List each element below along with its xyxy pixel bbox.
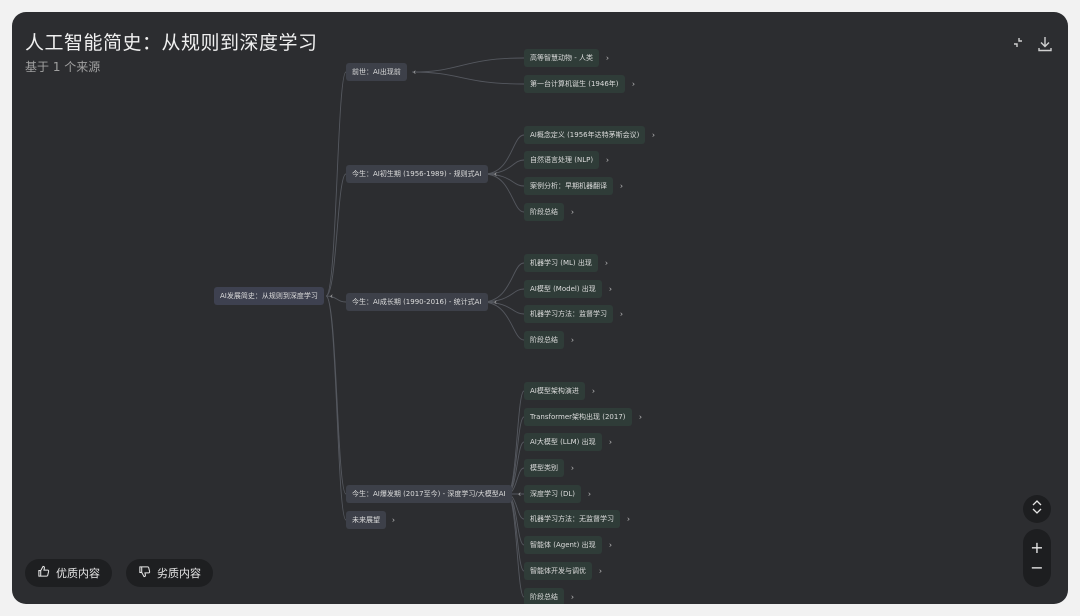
mindmap-branch-node[interactable]: 今生：AI爆发期 (2017至今) - 深度学习/大模型AI [346,485,512,503]
zoom-in-button[interactable]: + [1023,538,1051,558]
mindmap-leaf-node[interactable]: 机器学习方法：监督学习 [524,305,613,323]
mindmap-root-node[interactable]: AI发展简史：从规则到深度学习 [214,287,324,305]
mindmap-leaf-node[interactable]: 案例分析：早期机器翻译 [524,177,613,195]
mindmap-leaf-node-toggle[interactable]: › [603,156,612,165]
mindmap-leaf-node-toggle[interactable]: › [596,567,605,576]
mindmap-leaf-node-toggle[interactable]: › [568,593,577,602]
mindmap-leaf-node[interactable]: AI模型 (Model) 出现 [524,280,602,298]
bad-content-button[interactable]: 劣质内容 [126,559,213,587]
mindmap-leaf-node-toggle[interactable]: › [617,310,626,319]
mindmap-leaf-node[interactable]: 高等智慧动物 - 人类 [524,49,599,67]
bad-content-label: 劣质内容 [157,567,201,580]
mindmap-panel: 人工智能简史：从规则到深度学习 基于 1 个来源 AI发展简史：从规则到深度学习… [12,12,1068,604]
mindmap-leaf-node[interactable]: 自然语言处理 (NLP) [524,151,600,169]
mindmap-branch-node[interactable]: 前世：AI出现前 [346,63,407,81]
mindmap-root-node-toggle[interactable]: ‹ [327,292,336,301]
good-content-label: 优质内容 [56,567,100,580]
mindmap-branch-node-toggle[interactable]: ‹ [515,490,524,499]
mindmap-leaf-node[interactable]: 智能体 (Agent) 出现 [524,536,602,554]
mindmap-leaf-node-toggle[interactable]: › [636,413,645,422]
mindmap-leaf-node-toggle[interactable]: › [606,541,615,550]
mindmap-leaf-node[interactable]: 阶段总结 [524,588,564,604]
good-content-button[interactable]: 优质内容 [25,559,112,587]
source-count: 基于 1 个来源 [25,60,101,74]
page-title: 人工智能简史：从规则到深度学习 [25,32,318,54]
mindmap-branch-node-toggle[interactable]: ‹ [491,170,500,179]
mindmap-leaf-node-toggle[interactable]: › [649,131,658,140]
mindmap-leaf-node-toggle[interactable]: › [629,80,638,89]
mindmap-leaf-node[interactable]: 模型类别 [524,459,564,477]
mindmap-leaf-node[interactable]: AI大模型 (LLM) 出现 [524,433,602,451]
mindmap-leaf-node[interactable]: 机器学习 (ML) 出现 [524,254,598,272]
mindmap-leaf-node[interactable]: 阶段总结 [524,203,564,221]
mindmap-leaf-node-toggle[interactable]: › [606,285,615,294]
mindmap-leaf-node[interactable]: Transformer架构出现 (2017) [524,408,632,426]
expand-collapse-button[interactable] [1023,495,1051,523]
mindmap-leaf-node[interactable]: AI模型架构演进 [524,382,585,400]
collapse-icon[interactable] [1008,34,1028,54]
zoom-controls: + − [1023,529,1051,587]
mindmap-leaf-node-toggle[interactable]: › [589,387,598,396]
mindmap-branch-node[interactable]: 今生：AI初生期 (1956-1989) - 规则式AI [346,165,488,183]
mindmap-leaf-node-toggle[interactable]: › [617,182,626,191]
mindmap-leaf-node-toggle[interactable]: › [568,336,577,345]
mindmap-branch-node-toggle[interactable]: ‹ [410,68,419,77]
mindmap-branch-node-toggle[interactable]: ‹ [491,298,500,307]
mindmap-leaf-node-toggle[interactable]: › [568,208,577,217]
mindmap-leaf-node[interactable]: 第一台计算机诞生 (1946年) [524,75,625,93]
mindmap-leaf-node[interactable]: AI概念定义 (1956年达特茅斯会议) [524,126,646,144]
mindmap-branch-node[interactable]: 未来展望 [346,511,386,529]
mindmap-leaf-node[interactable]: 深度学习 (DL) [524,485,581,503]
mindmap-leaf-node[interactable]: 机器学习方法：无监督学习 [524,510,620,528]
chevron-up-down-icon [1023,499,1051,520]
thumbs-down-icon [138,565,151,581]
mindmap-leaf-node[interactable]: 智能体开发与调优 [524,562,592,580]
mindmap-leaf-node-toggle[interactable]: › [603,54,612,63]
mindmap-leaf-node[interactable]: 阶段总结 [524,331,564,349]
mindmap-leaf-node-toggle[interactable]: › [568,464,577,473]
download-icon[interactable] [1035,34,1055,54]
mindmap-leaf-node-toggle[interactable]: › [585,490,594,499]
mindmap-branch-node-toggle[interactable]: › [389,516,398,525]
zoom-out-button[interactable]: − [1023,558,1051,578]
thumbs-up-icon [37,565,50,581]
mindmap-branch-node[interactable]: 今生：AI成长期 (1990-2016) - 统计式AI [346,293,488,311]
mindmap-leaf-node-toggle[interactable]: › [624,515,633,524]
mindmap-leaf-node-toggle[interactable]: › [602,259,611,268]
mindmap-leaf-node-toggle[interactable]: › [606,438,615,447]
